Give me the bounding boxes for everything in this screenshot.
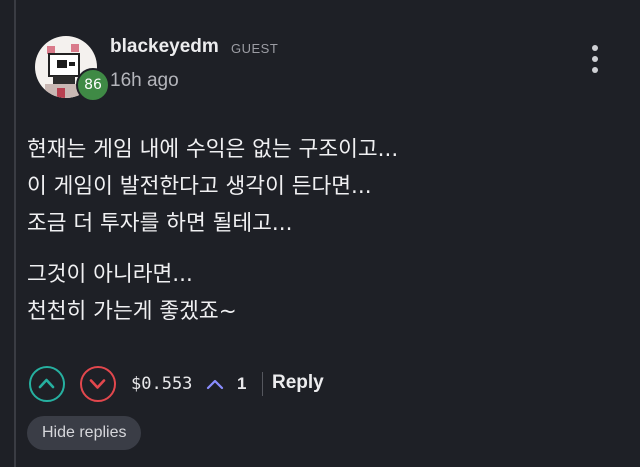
comment-timestamp[interactable]: 16h ago bbox=[110, 70, 179, 92]
vote-count[interactable]: 1 bbox=[237, 374, 246, 394]
author-username[interactable]: blackeyedm bbox=[110, 36, 219, 58]
comment-line: 이 게임이 발전한다고 생각이 든다면... bbox=[27, 174, 372, 199]
comment-paragraph: 현재는 게임 내에 수익은 없는 구조이고... 이 게임이 발전한다고 생각이… bbox=[27, 131, 617, 242]
chevron-down-circle-icon bbox=[89, 379, 106, 389]
hide-replies-button[interactable]: Hide replies bbox=[27, 416, 142, 450]
reply-button[interactable]: Reply bbox=[272, 372, 324, 394]
level-badge: 86 bbox=[76, 68, 110, 102]
avatar[interactable]: 86 bbox=[35, 36, 110, 102]
author-role-tag: GUEST bbox=[231, 41, 279, 56]
downvote-button[interactable] bbox=[80, 366, 116, 402]
comment: 86 blackeyedm GUEST 16h ago 현재는 게임 내에 수익… bbox=[0, 0, 640, 467]
chevron-up-circle-icon bbox=[38, 378, 55, 389]
vertical-dots-icon[interactable] bbox=[580, 42, 610, 76]
comment-body: 현재는 게임 내에 수익은 없는 구조이고... 이 게임이 발전한다고 생각이… bbox=[27, 131, 617, 330]
comment-line: 현재는 게임 내에 수익은 없는 구조이고... bbox=[27, 137, 399, 162]
comment-line: 천천히 가는게 좋겠죠~ bbox=[27, 299, 237, 324]
divider bbox=[262, 372, 263, 396]
comment-line: 그것이 아니라면... bbox=[27, 262, 193, 287]
comment-paragraph: 그것이 아니라면... 천천히 가는게 좋겠죠~ bbox=[27, 256, 617, 330]
payout-amount[interactable]: $0.553 bbox=[131, 374, 192, 394]
comment-line: 조금 더 투자를 하면 될테고... bbox=[27, 211, 293, 236]
upvote-button[interactable] bbox=[29, 366, 65, 402]
caret-up-icon[interactable] bbox=[205, 376, 225, 392]
comment-actions: $0.553 1 Reply bbox=[0, 366, 640, 406]
